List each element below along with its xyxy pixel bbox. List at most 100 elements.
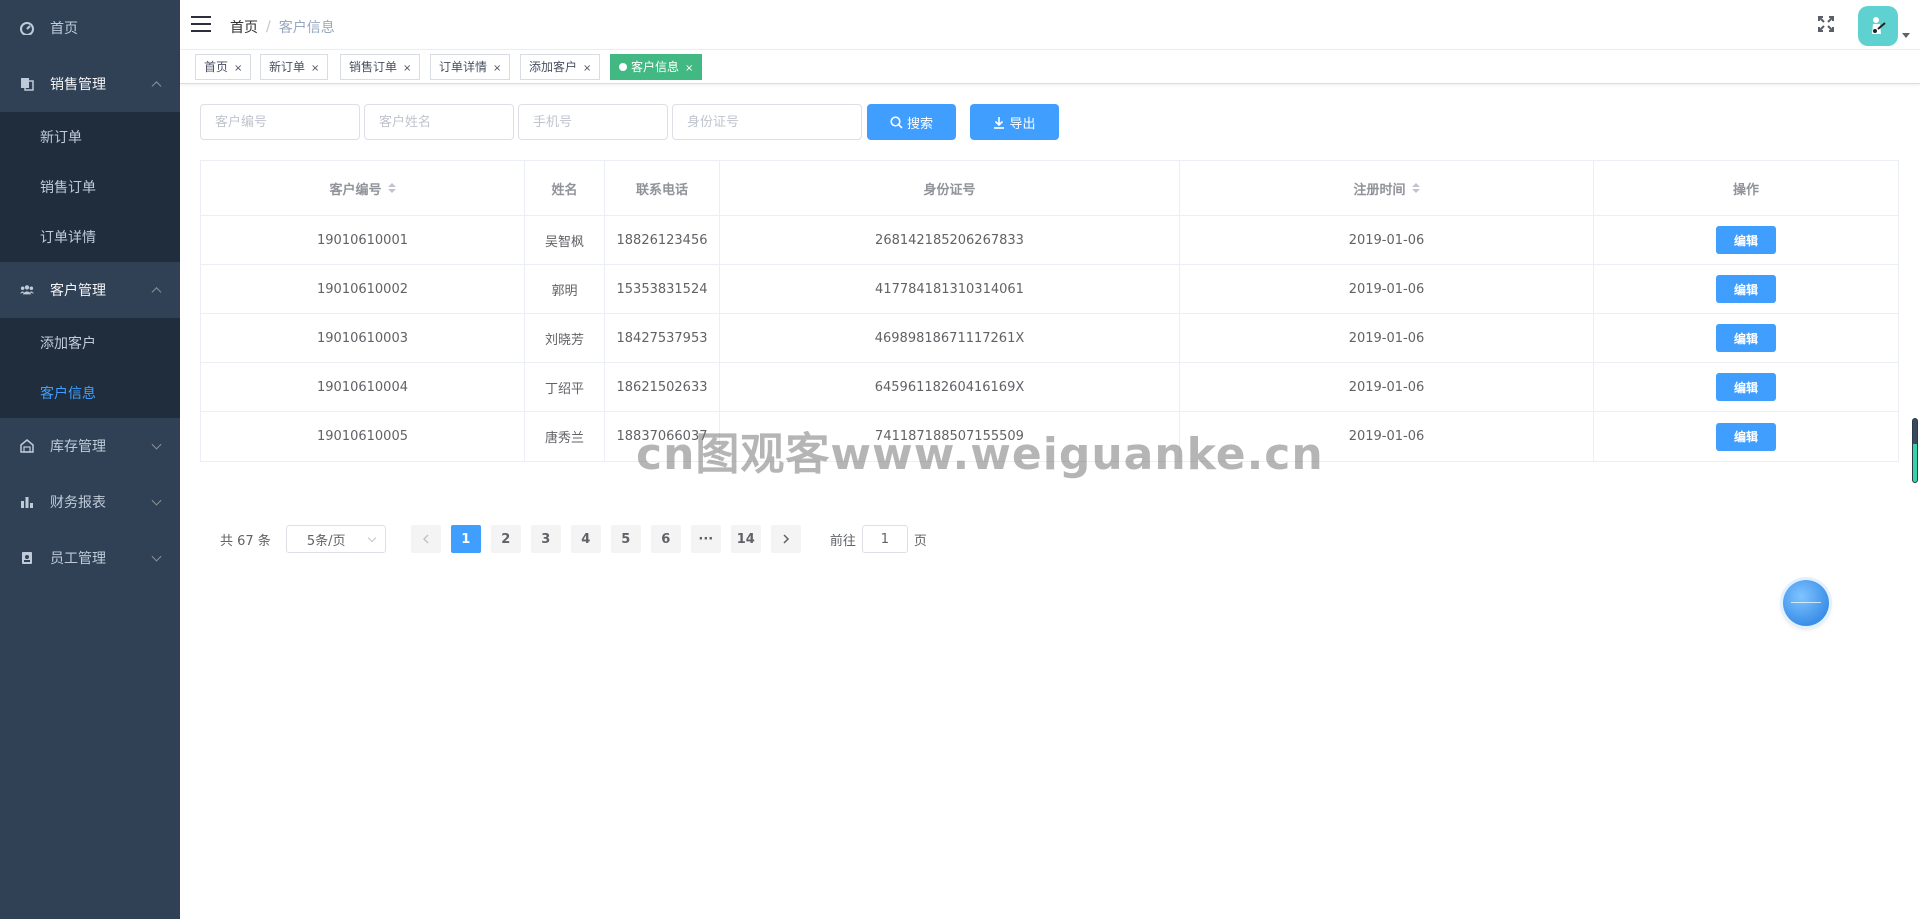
menu-item-finance[interactable]: 财务报表 (0, 474, 180, 530)
breadcrumb-separator: / (266, 19, 271, 35)
column-label: 联系电话 (635, 182, 688, 198)
edit-button[interactable]: 编辑 (1716, 324, 1776, 352)
scrollbar-thumb[interactable] (1912, 418, 1918, 483)
tag-label: 客户信息 (631, 60, 680, 74)
page-button[interactable]: 2 (490, 525, 521, 553)
chevron-right-icon (783, 534, 789, 544)
floating-action-button[interactable] (1783, 580, 1829, 626)
column-header-customer-id[interactable]: 客户编号 (201, 161, 525, 215)
prev-page-button[interactable] (410, 525, 441, 553)
goto-page-input[interactable] (861, 525, 908, 553)
cell-customer-id: 19010610002 (201, 265, 525, 313)
column-header-name: 姓名 (525, 161, 605, 215)
edit-button[interactable]: 编辑 (1716, 275, 1776, 303)
close-icon[interactable]: × (311, 57, 319, 81)
fullscreen-icon[interactable] (1817, 15, 1835, 33)
sidebar-item-sales-orders[interactable]: 销售订单 (0, 162, 180, 212)
menu-item-customers[interactable]: 客户管理 (0, 262, 180, 318)
tags-view: 首页 × 新订单 × 销售订单 × 订单详情 × 添加客户 × 客户信息 × (180, 50, 1920, 84)
table-row: 19010610004 丁绍平 18621502633 645961182604… (201, 363, 1898, 412)
id-card-input[interactable] (672, 104, 862, 140)
chevron-up-icon (151, 81, 162, 92)
sidebar-item-new-order[interactable]: 新订单 (0, 112, 180, 162)
page-button[interactable]: 5 (610, 525, 641, 553)
menu-label: 财务报表 (50, 495, 106, 511)
dashboard-icon (20, 21, 34, 35)
close-icon[interactable]: × (685, 57, 693, 81)
page-size-select[interactable]: 5条/页 (285, 525, 386, 553)
more-pages-button[interactable]: ··· (690, 525, 721, 553)
tag-label: 销售订单 (349, 60, 398, 74)
column-header-phone: 联系电话 (605, 161, 720, 215)
tag-label: 订单详情 (439, 60, 488, 74)
avatar[interactable] (1858, 6, 1898, 46)
menu-item-home[interactable]: 首页 (0, 0, 180, 56)
cell-name: 吴智枫 (525, 216, 605, 264)
menu-label: 库存管理 (50, 439, 106, 455)
export-button[interactable]: 导出 (970, 104, 1059, 140)
table-header: 客户编号 姓名 联系电话 身份证号 注册时间 操作 (201, 161, 1898, 216)
cell-customer-id: 19010610001 (201, 216, 525, 264)
cell-id-card: 268142185206267833 (720, 216, 1180, 264)
customer-id-input[interactable] (200, 104, 360, 140)
breadcrumb-home[interactable]: 首页 (230, 17, 258, 37)
sort-icon[interactable] (387, 183, 396, 193)
edit-button[interactable]: 编辑 (1716, 226, 1776, 254)
sidebar-item-customer-info[interactable]: 客户信息 (0, 368, 180, 418)
menu-item-staff[interactable]: 员工管理 (0, 530, 180, 586)
phone-input[interactable] (518, 104, 668, 140)
close-icon[interactable]: × (234, 57, 242, 81)
search-button[interactable]: 搜索 (867, 104, 956, 140)
cell-phone: 15353831524 (605, 265, 720, 313)
cell-customer-id: 19010610005 (201, 412, 525, 461)
cell-name: 刘晓芳 (525, 314, 605, 362)
column-label: 操作 (1732, 182, 1759, 198)
menu-item-sales[interactable]: 销售管理 (0, 56, 180, 112)
menu-label: 客户管理 (50, 283, 106, 299)
tag-new-order[interactable]: 新订单 × (260, 54, 329, 81)
page-button[interactable]: 6 (650, 525, 681, 553)
tag-label: 添加客户 (529, 60, 578, 74)
cell-register-time: 2019-01-06 (1180, 216, 1594, 264)
menu-item-inventory[interactable]: 库存管理 (0, 418, 180, 474)
edit-button[interactable]: 编辑 (1716, 373, 1776, 401)
column-label: 身份证号 (923, 182, 976, 198)
close-icon[interactable]: × (493, 57, 501, 81)
close-icon[interactable]: × (403, 57, 411, 81)
customer-table: 客户编号 姓名 联系电话 身份证号 注册时间 操作 19010610001 吴智… (200, 160, 1899, 462)
tag-add-customer[interactable]: 添加客户 × (520, 54, 601, 81)
next-page-button[interactable] (770, 525, 801, 553)
caret-down-icon[interactable] (1902, 33, 1910, 38)
cell-actions: 编辑 (1594, 314, 1898, 362)
export-label: 导出 (1009, 116, 1036, 132)
page-size-value: 5条/页 (306, 533, 346, 549)
tag-customer-info[interactable]: 客户信息 × (610, 54, 703, 81)
cell-id-card: 46989818671117261X (720, 314, 1180, 362)
search-icon (890, 115, 903, 129)
tag-home[interactable]: 首页 × (195, 54, 252, 81)
chevron-left-icon (422, 534, 429, 544)
sort-icon[interactable] (1411, 183, 1420, 193)
customer-name-input[interactable] (364, 104, 514, 140)
cell-actions: 编辑 (1594, 265, 1898, 313)
page-button[interactable]: 1 (450, 525, 481, 553)
warehouse-icon (20, 439, 34, 453)
goto-prefix: 前往 (829, 533, 856, 549)
breadcrumb-current: 客户信息 (278, 20, 335, 36)
cell-actions: 编辑 (1594, 216, 1898, 264)
column-header-register-time[interactable]: 注册时间 (1180, 161, 1594, 215)
sidebar-item-order-details[interactable]: 订单详情 (0, 212, 180, 262)
page-button[interactable]: 3 (530, 525, 561, 553)
tag-order-details[interactable]: 订单详情 × (430, 54, 511, 81)
column-label: 客户编号 (329, 182, 382, 198)
edit-button[interactable]: 编辑 (1716, 422, 1776, 451)
sidebar-item-add-customer[interactable]: 添加客户 (0, 318, 180, 368)
tag-sales-orders[interactable]: 销售订单 × (340, 54, 421, 81)
menu-label: 销售管理 (50, 77, 106, 93)
page-button[interactable]: 14 (730, 525, 761, 553)
hamburger-menu-icon[interactable] (191, 16, 211, 32)
submenu-sales: 新订单 销售订单 订单详情 (0, 112, 180, 262)
page-button[interactable]: 4 (570, 525, 601, 553)
page-jumper: 前往 页 (830, 525, 927, 553)
close-icon[interactable]: × (583, 57, 591, 81)
